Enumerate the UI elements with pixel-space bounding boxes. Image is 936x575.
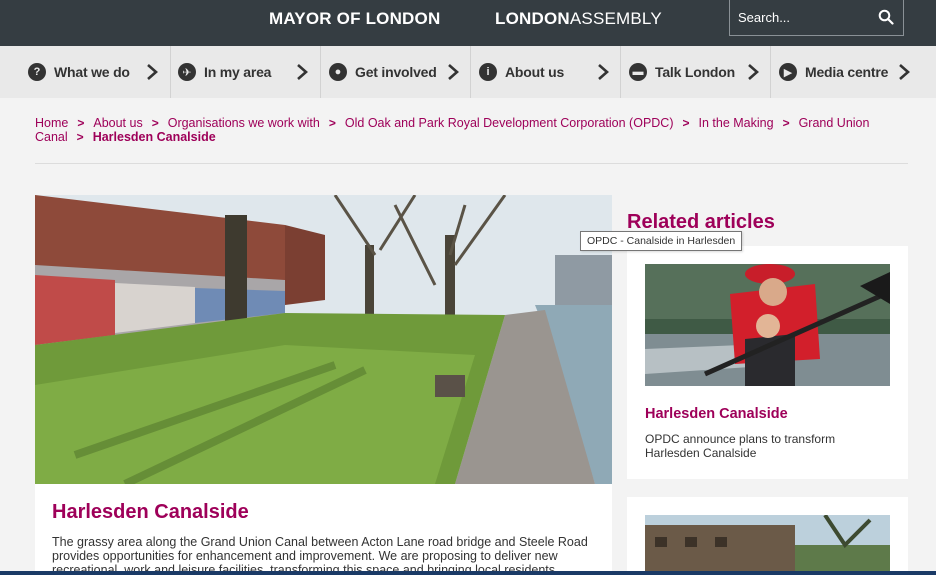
chevron-right-icon[interactable] — [898, 63, 910, 81]
mayor-of-london-logo[interactable]: MAYOR OF LONDON — [269, 9, 440, 29]
chevron-right-icon[interactable] — [747, 63, 759, 81]
breadcrumb-about-us[interactable]: About us — [93, 116, 142, 130]
nav-divider — [470, 46, 471, 98]
breadcrumb-separator-icon: > — [782, 116, 790, 130]
article-body: The grassy area along the Grand Union Ca… — [52, 535, 588, 575]
search-input[interactable] — [738, 7, 868, 27]
related-article-image[interactable] — [645, 264, 890, 386]
info-icon: i — [479, 63, 497, 81]
breadcrumb-current: Harlesden Canalside — [92, 130, 216, 144]
play-icon: ▶ — [779, 63, 797, 81]
breadcrumb-separator-icon: > — [151, 116, 159, 130]
nav-item-about-us[interactable]: i About us — [479, 46, 564, 98]
image-tooltip: OPDC - Canalside in Harlesden — [580, 231, 743, 251]
nav-item-in-my-area[interactable]: ✈ In my area — [178, 46, 271, 98]
related-article-card[interactable] — [627, 497, 908, 575]
chat-icon: ▬ — [629, 63, 647, 81]
breadcrumb-separator-icon: > — [328, 116, 336, 130]
taskbar-edge — [0, 571, 936, 575]
related-article-card[interactable]: Harlesden Canalside OPDC announce plans … — [627, 246, 908, 479]
nav-divider — [170, 46, 171, 98]
breadcrumb-organisations[interactable]: Organisations we work with — [168, 116, 320, 130]
search-icon[interactable] — [878, 9, 894, 25]
nav-divider — [320, 46, 321, 98]
hero-image — [35, 195, 612, 484]
nav-item-media-centre[interactable]: ▶ Media centre — [779, 46, 888, 98]
breadcrumb-divider — [35, 163, 908, 164]
london-assembly-logo[interactable]: LONDONASSEMBLY — [495, 9, 662, 29]
chevron-right-icon[interactable] — [146, 63, 158, 81]
question-icon: ? — [28, 63, 46, 81]
search-box — [729, 0, 904, 36]
location-icon: ✈ — [178, 63, 196, 81]
breadcrumb-separator-icon: > — [76, 130, 84, 144]
nav-item-get-involved[interactable]: ● Get involved — [329, 46, 437, 98]
nav-divider — [620, 46, 621, 98]
pin-icon: ● — [329, 63, 347, 81]
breadcrumb: Home > About us > Organisations we work with… — [35, 116, 905, 144]
nav-divider — [770, 46, 771, 98]
breadcrumb-home[interactable]: Home — [35, 116, 68, 130]
breadcrumb-separator-icon: > — [682, 116, 690, 130]
breadcrumb-in-the-making[interactable]: In the Making — [699, 116, 774, 130]
breadcrumb-separator-icon: > — [77, 116, 85, 130]
article-card: Harlesden Canalside The grassy area alon… — [35, 484, 612, 575]
main-nav: ? What we do ✈ In my area ● Get involved… — [0, 46, 936, 98]
breadcrumb-opdc[interactable]: Old Oak and Park Royal Development Corpo… — [345, 116, 674, 130]
nav-item-talk-london[interactable]: ▬ Talk London — [629, 46, 735, 98]
top-header: MAYOR OF LONDON LONDONASSEMBLY — [0, 0, 936, 46]
chevron-right-icon[interactable] — [597, 63, 609, 81]
chevron-right-icon[interactable] — [447, 63, 459, 81]
related-article-title[interactable]: Harlesden Canalside — [645, 406, 788, 422]
nav-item-what-we-do[interactable]: ? What we do — [28, 46, 130, 98]
related-article-image[interactable] — [645, 515, 890, 575]
article-title: Harlesden Canalside — [52, 501, 249, 523]
chevron-right-icon[interactable] — [296, 63, 308, 81]
related-article-desc: OPDC announce plans to transform Harlesd… — [645, 432, 836, 460]
